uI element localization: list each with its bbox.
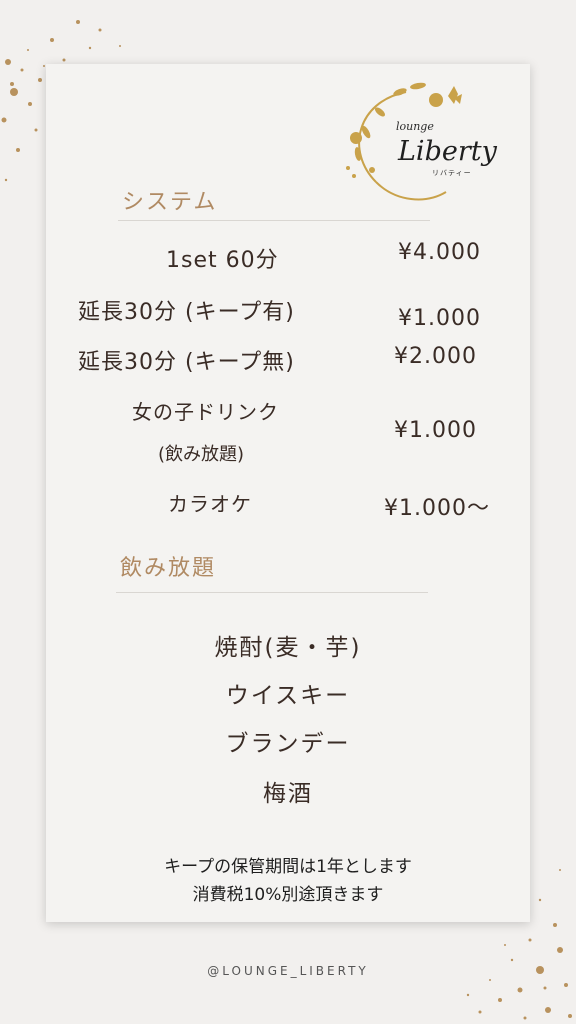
- drink-item-whisky: ウイスキー: [225, 683, 351, 709]
- row-sublabel-girl-drink: (飲み放題): [158, 444, 245, 465]
- row-price-girl-drink: ¥1.000: [394, 418, 477, 443]
- logo-text-liberty: Liberty: [398, 136, 497, 167]
- row-label-karaoke: カラオケ: [168, 492, 252, 516]
- drink-item-shochu: 焼酎(麦・芋): [214, 635, 362, 661]
- row-price-set: ¥4.000: [398, 240, 481, 265]
- drink-item-brandy: ブランデー: [225, 731, 351, 757]
- section-title-nomihoudai: 飲み放題: [120, 556, 217, 581]
- note-keep-period: キープの保管期間は1年とします: [164, 857, 412, 877]
- row-label-girl-drink: 女の子ドリンク: [132, 400, 279, 424]
- section-divider: [118, 220, 430, 221]
- menu-card: lounge Liberty リバティー システム 1set 60分 ¥4.00…: [46, 64, 530, 922]
- note-tax: 消費税10%別途頂きます: [192, 885, 384, 905]
- row-price-karaoke: ¥1.000〜: [384, 496, 490, 521]
- row-price-extension-nokeep: ¥2.000: [394, 344, 477, 369]
- section-title-system: システム: [122, 190, 218, 215]
- row-label-set: 1set 60分: [166, 248, 279, 273]
- row-label-extension-keep: 延長30分 (キープ有): [78, 300, 295, 325]
- logo-text-kana: リバティー: [432, 169, 472, 177]
- row-label-extension-nokeep: 延長30分 (キープ無): [78, 350, 295, 375]
- section-divider: [116, 592, 428, 593]
- drink-item-umeshu: 梅酒: [263, 781, 313, 807]
- row-price-extension-keep: ¥1.000: [398, 306, 481, 331]
- instagram-handle: @LOUNGE_LIBERTY: [207, 964, 369, 978]
- logo-text-lounge: lounge: [396, 120, 434, 133]
